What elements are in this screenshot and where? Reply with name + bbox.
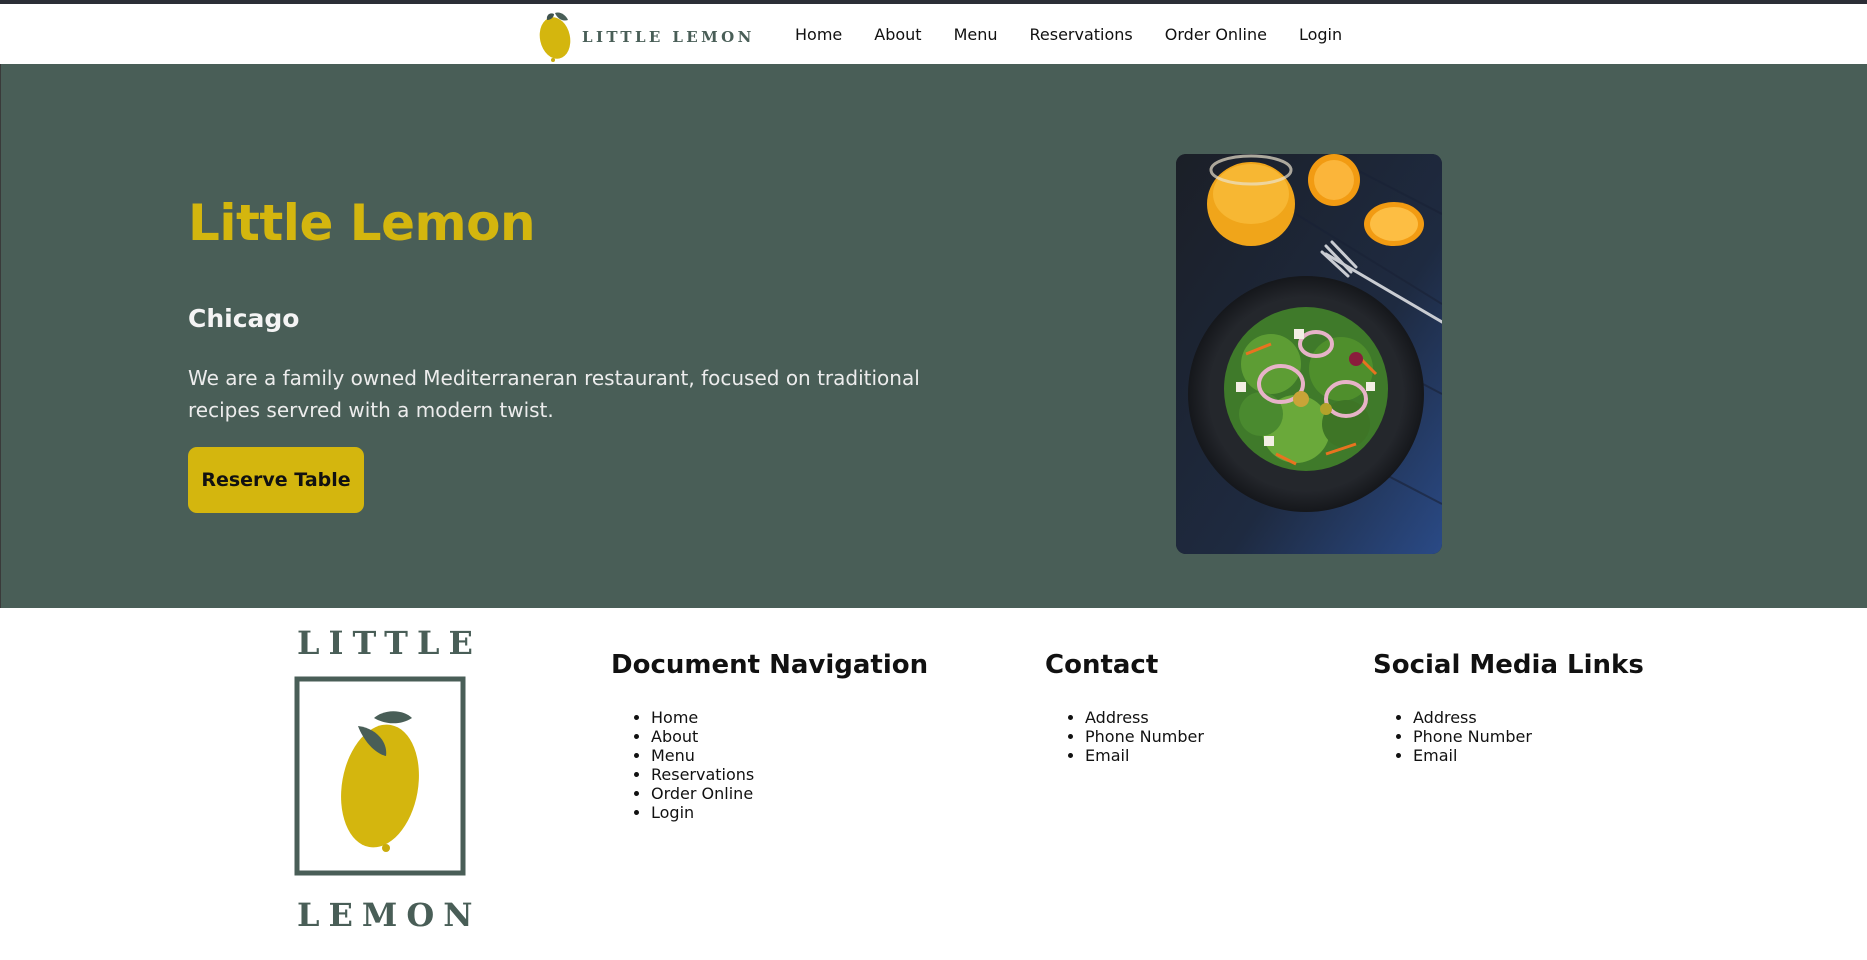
site-footer: LITTLE LEMON Document Navigation Home Ab… — [0, 608, 1867, 960]
footer-logo-word-bottom: LEMON — [297, 896, 482, 934]
footer-contact-heading: Contact — [1045, 650, 1159, 680]
brand-logo-link[interactable]: LITTLE LEMON — [538, 6, 755, 64]
footer-nav-list: Home About Menu Reservations Order Onlin… — [611, 708, 928, 822]
lemon-logo-icon — [538, 6, 574, 64]
footer-nav-heading: Document Navigation — [611, 650, 929, 680]
footer-social-email[interactable]: Email — [1413, 746, 1644, 765]
footer-contact-list: Address Phone Number Email — [1045, 708, 1204, 765]
hero-section: Little Lemon Chicago We are a family own… — [1, 64, 1867, 608]
footer-social-address[interactable]: Address — [1413, 708, 1644, 727]
reserve-table-button[interactable]: Reserve Table — [188, 447, 364, 513]
footer-contact-phone[interactable]: Phone Number — [1085, 727, 1204, 746]
hero-description: We are a family owned Mediterraneran res… — [188, 366, 920, 422]
footer-nav-about[interactable]: About — [651, 727, 928, 746]
nav-about[interactable]: About — [874, 25, 921, 44]
main-nav: Home About Menu Reservations Order Onlin… — [795, 4, 1374, 64]
footer-social-media: Social Media Links Address Phone Number … — [1373, 650, 1644, 765]
footer-nav-order-online[interactable]: Order Online — [651, 784, 928, 803]
footer-nav-home[interactable]: Home — [651, 708, 928, 727]
nav-login[interactable]: Login — [1299, 25, 1342, 44]
footer-nav-login[interactable]: Login — [651, 803, 928, 822]
footer-nav-reservations[interactable]: Reservations — [651, 765, 928, 784]
footer-document-navigation: Document Navigation Home About Menu Rese… — [611, 650, 928, 822]
footer-social-list: Address Phone Number Email — [1373, 708, 1644, 765]
hero-food-image — [1176, 154, 1442, 554]
nav-order-online[interactable]: Order Online — [1165, 25, 1267, 44]
footer-social-heading: Social Media Links — [1373, 650, 1644, 680]
footer-lemon-icon — [294, 676, 466, 880]
footer-contact-address[interactable]: Address — [1085, 708, 1204, 727]
nav-home[interactable]: Home — [795, 25, 842, 44]
footer-nav-menu[interactable]: Menu — [651, 746, 928, 765]
footer-contact-email[interactable]: Email — [1085, 746, 1204, 765]
site-header: LITTLE LEMON Home About Menu Reservation… — [0, 4, 1867, 64]
nav-reservations[interactable]: Reservations — [1030, 25, 1133, 44]
footer-social-phone[interactable]: Phone Number — [1413, 727, 1644, 746]
hero-city: Chicago — [188, 304, 300, 333]
footer-contact: Contact Address Phone Number Email — [1045, 650, 1204, 765]
footer-logo-word-top: LITTLE — [297, 624, 482, 662]
footer-logo: LITTLE LEMON — [288, 624, 482, 946]
hero-title: Little Lemon — [188, 194, 536, 252]
brand-name: LITTLE LEMON — [582, 28, 755, 46]
nav-menu[interactable]: Menu — [954, 25, 998, 44]
